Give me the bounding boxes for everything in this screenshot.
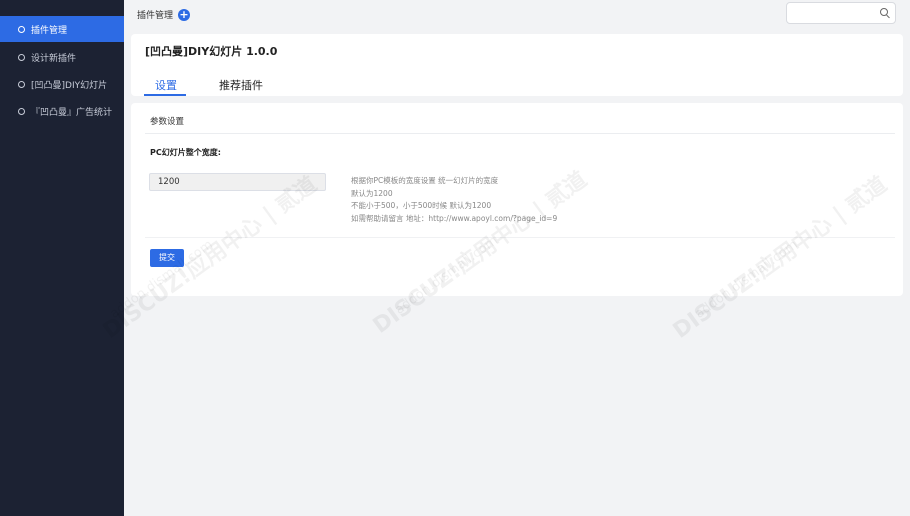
help-line: 默认为1200 — [351, 188, 393, 198]
help-text: 根据你PC模板的宽度设置 统一幻灯片的宽度 默认为1200 不能小于500，小于… — [351, 175, 557, 226]
circle-bullet-icon — [18, 80, 25, 88]
sidebar-item-label: 设计新插件 — [31, 53, 77, 64]
search-icon[interactable] — [880, 8, 888, 16]
help-line: 根据你PC模板的宽度设置 统一幻灯片的宽度 — [351, 176, 499, 185]
width-field-label: PC幻灯片整个宽度: — [150, 148, 221, 157]
tab-settings[interactable]: 设置 — [155, 77, 177, 93]
divider — [145, 237, 895, 238]
plugin-header-card: [凹凸曼]DIY幻灯片 1.0.0 设置 推荐插件 — [131, 34, 903, 96]
settings-card: 参数设置 PC幻灯片整个宽度: 1200 根据你PC模板的宽度设置 统一幻灯片的… — [131, 103, 903, 296]
circle-bullet-icon — [18, 53, 25, 61]
sidebar: 插件管理 设计新插件 [凹凸曼]DIY幻灯片 『凹凸曼』广告统计 — [0, 0, 124, 516]
breadcrumb: 插件管理 — [137, 11, 174, 21]
plugin-title: [凹凸曼]DIY幻灯片 1.0.0 — [145, 45, 278, 58]
circle-bullet-icon — [18, 25, 25, 33]
sidebar-item-plugin-management[interactable]: 插件管理 — [0, 16, 124, 42]
sidebar-item-diy-slideshow[interactable]: [凹凸曼]DIY幻灯片 — [0, 71, 124, 97]
submit-button[interactable]: 提交 — [150, 249, 184, 267]
section-title: 参数设置 — [150, 117, 185, 127]
search-input[interactable] — [786, 2, 896, 24]
circle-bullet-icon — [18, 107, 25, 115]
width-input[interactable]: 1200 — [149, 173, 326, 191]
tab-recommended-plugins[interactable]: 推荐插件 — [219, 77, 263, 93]
add-plugin-icon[interactable]: + — [178, 9, 190, 21]
help-line: 如需帮助请留言 地址：http://www.apoyl.com/?page_id… — [351, 214, 558, 224]
divider — [145, 133, 895, 134]
help-line: 不能小于500，小于500时候 默认为1200 — [351, 201, 492, 211]
sidebar-item-label: 『凹凸曼』广告统计 — [31, 107, 113, 118]
topbar: 插件管理 + — [124, 0, 910, 30]
sidebar-item-design-new-plugin[interactable]: 设计新插件 — [0, 44, 124, 70]
sidebar-item-ad-stats[interactable]: 『凹凸曼』广告统计 — [0, 98, 124, 124]
active-tab-indicator — [144, 94, 186, 96]
sidebar-item-label: 插件管理 — [31, 25, 68, 36]
sidebar-item-label: [凹凸曼]DIY幻灯片 — [31, 80, 108, 91]
